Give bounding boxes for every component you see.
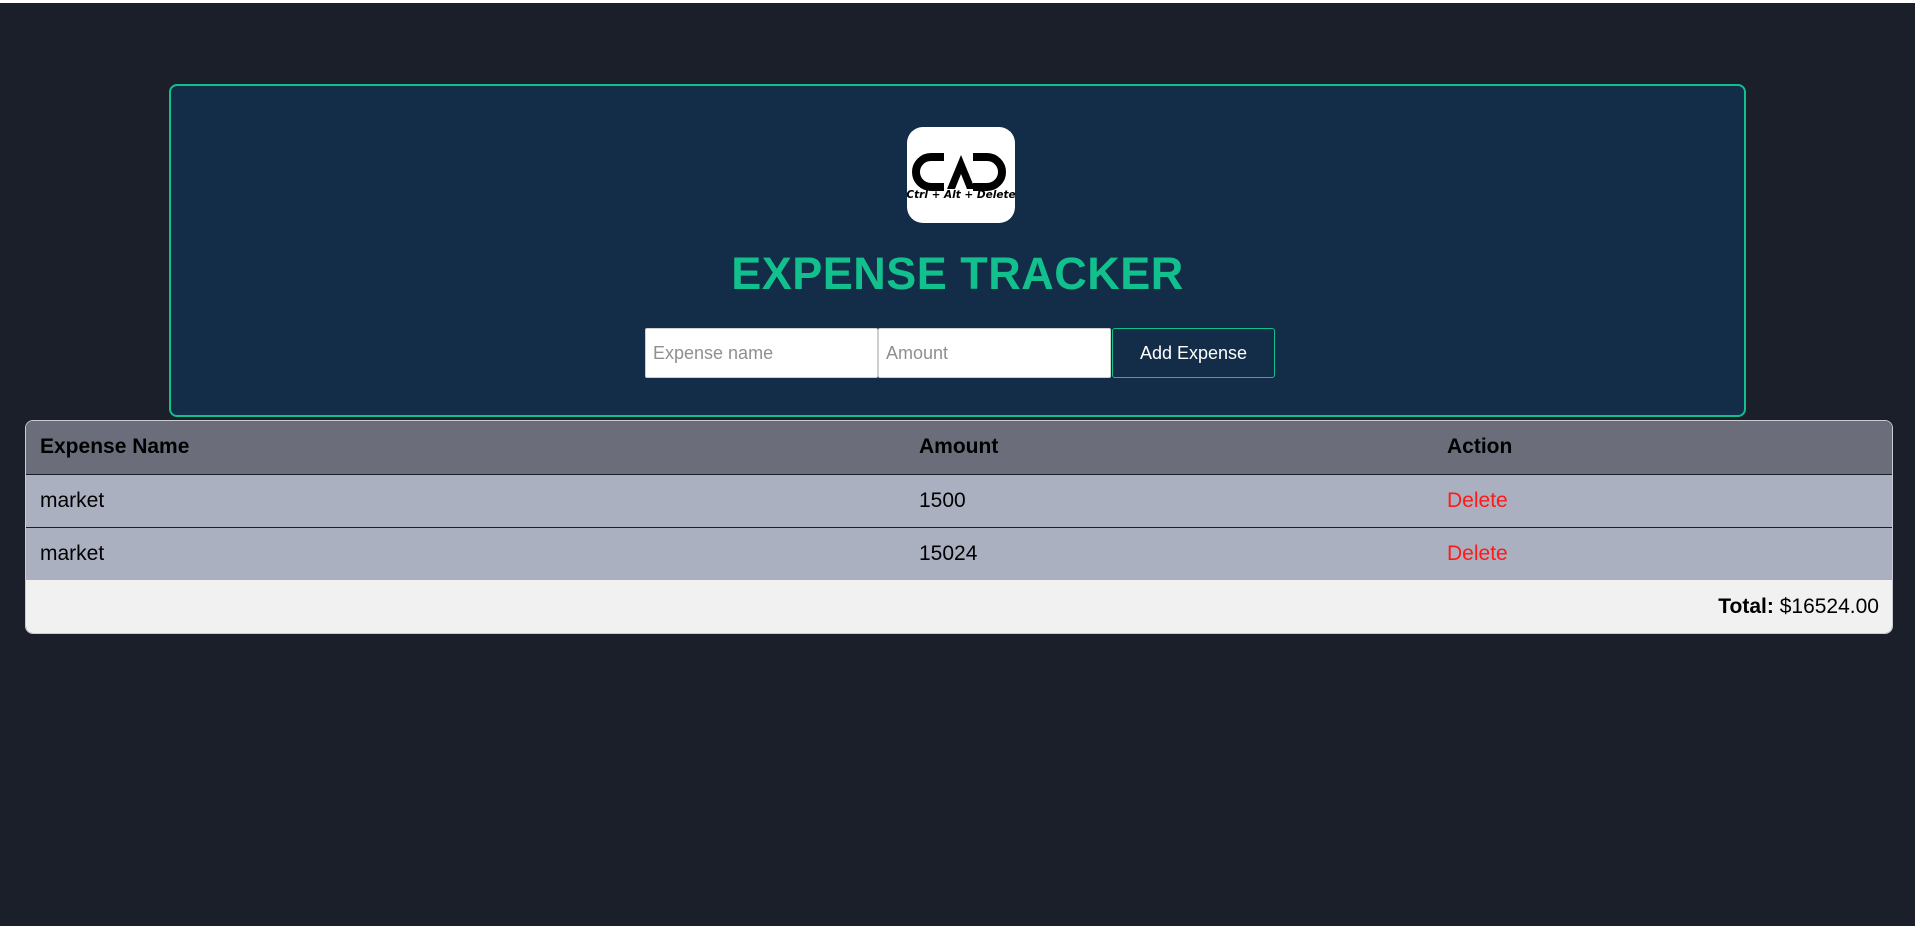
table-row: market 15024 Delete — [26, 527, 1892, 580]
header-action: Action — [1447, 435, 1513, 459]
expense-table: Expense Name Amount Action market 1500 D… — [26, 421, 1892, 633]
total-row: Total: $16524.00 — [26, 580, 1892, 633]
page-title: EXPENSE TRACKER — [731, 248, 1184, 299]
cad-logo-icon: Ctrl + Alt + Delete — [907, 127, 1015, 223]
total-value: $16524.00 — [1779, 594, 1879, 618]
tracker-header-panel: Ctrl + Alt + Delete EXPENSE TRACKER Add … — [169, 84, 1746, 417]
total-cell: Total: $16524.00 — [26, 580, 1892, 633]
delete-button[interactable]: Delete — [1447, 489, 1508, 512]
delete-button[interactable]: Delete — [1447, 542, 1508, 565]
expense-amount-cell: 15024 — [919, 541, 978, 565]
header-amount: Amount — [919, 435, 999, 459]
expense-name-cell: market — [40, 488, 105, 512]
top-edge-divider — [0, 0, 1915, 3]
table-row: market 1500 Delete — [26, 474, 1892, 527]
expense-name-input[interactable] — [645, 328, 878, 378]
expense-table-container: Expense Name Amount Action market 1500 D… — [25, 420, 1893, 634]
add-expense-button[interactable]: Add Expense — [1112, 328, 1275, 378]
logo-caption: Ctrl + Alt + Delete — [907, 189, 1015, 201]
header-expense-name: Expense Name — [40, 435, 190, 459]
amount-input[interactable] — [878, 328, 1111, 378]
expense-amount-cell: 1500 — [919, 488, 966, 512]
add-expense-form: Add Expense — [645, 328, 1275, 378]
table-header-row: Expense Name Amount Action — [26, 421, 1892, 474]
action-cell: Delete — [1433, 474, 1892, 527]
action-cell: Delete — [1433, 527, 1892, 580]
expense-name-cell: market — [40, 541, 105, 565]
total-label: Total: — [1718, 594, 1774, 618]
